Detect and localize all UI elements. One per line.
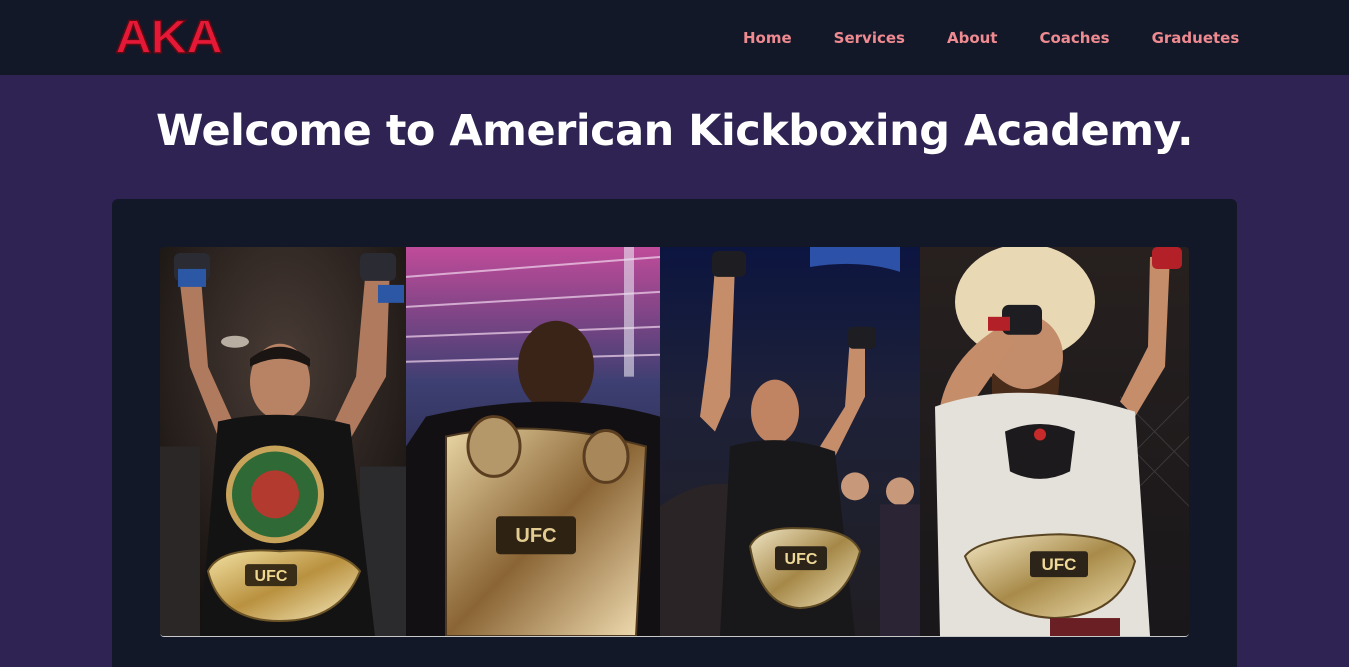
nav-link-about[interactable]: About <box>926 29 1019 47</box>
ufc-belt-text: UFC <box>785 551 818 568</box>
nav-link-services[interactable]: Services <box>813 29 926 47</box>
nav-menu: Home Services About Coaches Graduetes <box>722 0 1260 75</box>
champion-photo-2: UFC <box>406 247 660 636</box>
page-title: Welcome to American Kickboxing Academy. <box>156 106 1193 156</box>
ufc-belt-text: UFC <box>255 568 288 585</box>
champion-photo-3: UFC <box>660 247 920 636</box>
nav-link-coaches[interactable]: Coaches <box>1018 29 1130 47</box>
champion-photo-4: UFC <box>920 247 1189 636</box>
nav-link-home[interactable]: Home <box>722 29 813 47</box>
ufc-belt-text: UFC <box>1042 555 1077 574</box>
ufc-belt-text: UFC <box>515 525 556 547</box>
champion-photo-1: UFC <box>160 247 406 636</box>
nav-link-graduates[interactable]: Graduetes <box>1131 29 1261 47</box>
navbar: AKA Home Services About Coaches Graduete… <box>0 0 1349 75</box>
logo-text: AKA <box>114 10 223 63</box>
aka-logo[interactable]: AKA <box>112 10 224 63</box>
champions-photo-strip: UFC UFC UFC UFC <box>160 247 1189 637</box>
gallery-card: UFC UFC UFC UFC <box>112 199 1237 667</box>
